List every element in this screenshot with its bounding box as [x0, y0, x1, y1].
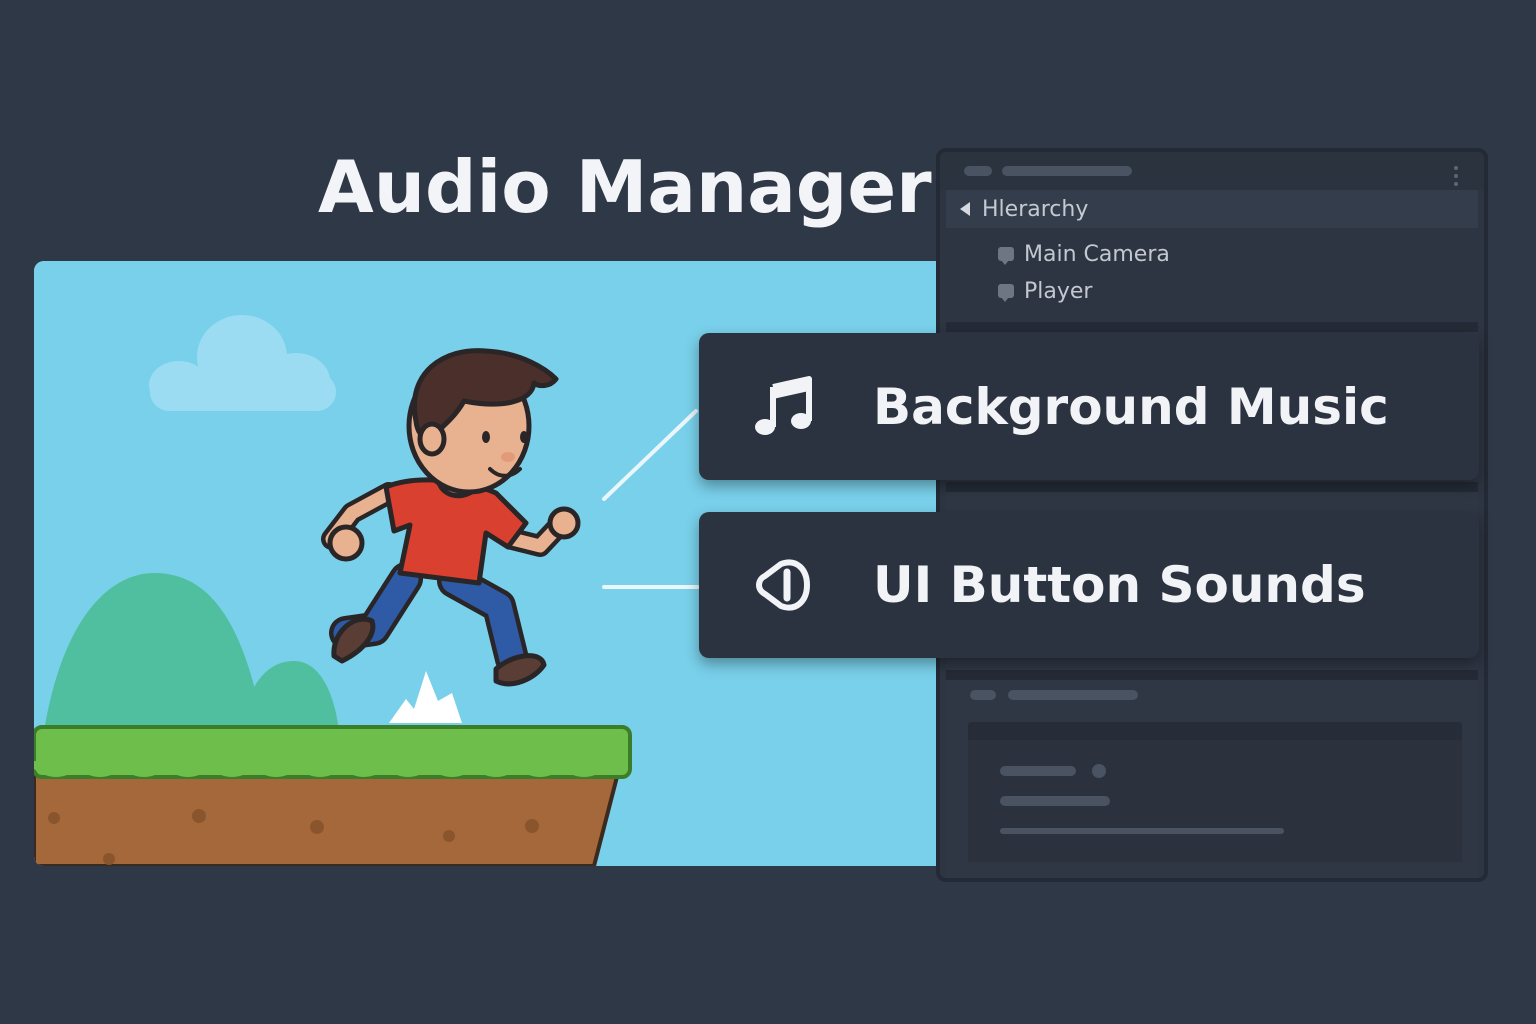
inspector-placeholder — [970, 690, 996, 700]
music-note-icon — [755, 376, 812, 435]
collapse-arrow-icon[interactable] — [960, 202, 970, 216]
ui-button-sounds-card[interactable]: UI Button Sounds — [699, 512, 1479, 658]
panel-divider — [946, 670, 1478, 680]
hierarchy-title: Hlerarchy — [982, 196, 1089, 222]
hierarchy-item-label: Main Camera — [1024, 241, 1170, 267]
field-placeholder — [1000, 796, 1110, 806]
page-title: Audio Manager — [318, 145, 932, 229]
hierarchy-header[interactable]: Hlerarchy — [946, 190, 1478, 228]
ground-platform — [34, 725, 632, 866]
inspector-box — [968, 722, 1462, 862]
inspector-placeholder — [1008, 690, 1138, 700]
gameobject-icon — [998, 247, 1014, 265]
speaker-icon — [756, 559, 810, 611]
ui-button-sounds-label: UI Button Sounds — [873, 556, 1366, 614]
field-toggle[interactable] — [1092, 764, 1106, 778]
gameobject-icon — [998, 284, 1014, 302]
hierarchy-item-player[interactable]: Player — [998, 273, 1092, 309]
hierarchy-item-label: Player — [1024, 278, 1093, 304]
background-music-card[interactable]: Background Music — [699, 333, 1479, 480]
background-music-label: Background Music — [873, 377, 1389, 436]
inspector-content — [968, 740, 1462, 862]
field-placeholder — [1000, 766, 1076, 776]
panel-toolbar — [940, 152, 1484, 190]
panel-divider — [946, 322, 1478, 332]
hierarchy-item-main-camera[interactable]: Main Camera — [998, 236, 1170, 272]
more-options-icon[interactable] — [1454, 166, 1458, 186]
toolbar-placeholder — [1002, 166, 1132, 176]
toolbar-placeholder — [964, 166, 992, 176]
stage: Audio Manager Hlerarchy Main Camera Play… — [0, 0, 1536, 1024]
field-placeholder — [1000, 828, 1284, 834]
hierarchy-list: Main Camera Player — [946, 230, 1478, 322]
panel-divider — [946, 482, 1478, 492]
